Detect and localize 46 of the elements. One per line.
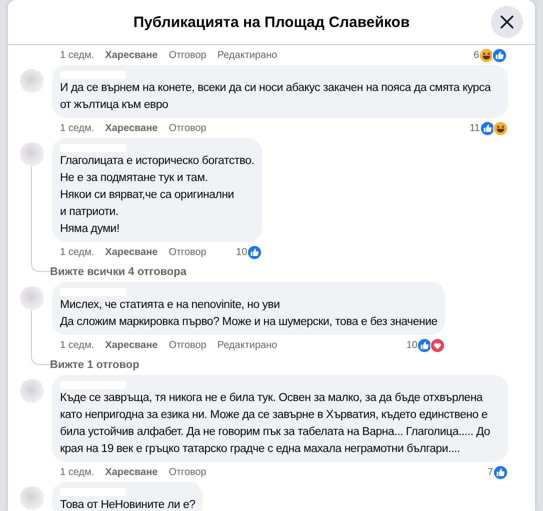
comment-text: Това от НеНовините ли е?	[60, 499, 196, 511]
avatar[interactable]	[20, 286, 44, 310]
timestamp-link[interactable]: 1 седм.	[60, 246, 94, 258]
like-link[interactable]: Харесване	[105, 246, 158, 258]
avatar[interactable]	[20, 142, 44, 166]
thumbs-up-icon	[492, 48, 507, 62]
reply-link[interactable]: Отговор	[168, 466, 206, 478]
avatar[interactable]	[20, 69, 44, 93]
view-replies-link[interactable]: Вижте 1 отговор	[46, 355, 535, 374]
like-link[interactable]: Харесване	[105, 340, 158, 350]
view-replies-link[interactable]: Вижте всички 4 отговора	[46, 262, 535, 281]
comment-text: Глаголицата е историческо богатство. Не е за подмятане тук и там. Някои си вярват,че са оригинални и патриоти. Няма думи!	[60, 155, 254, 235]
comment-text: Мислех, че статията е на nenovinite, но уви Да сложим маркировка първо? Може и на шумерски, това е без значение	[60, 299, 438, 328]
reaction-count[interactable]: 10	[406, 340, 418, 350]
timestamp-link[interactable]: 1 седм.	[60, 340, 94, 350]
reply-link[interactable]: Отговор	[168, 340, 206, 350]
reply-link[interactable]: Отговор	[168, 50, 206, 60]
like-link[interactable]: Харесване	[105, 50, 158, 60]
comment-text: Къде се завръща, тя никога не е била тук. Освен за малко, за да бъде отхвърлена като непригодна за езика ни. Може да се завърне в Хърватия, където единствено е била устойчив алфабет. Да не говорим пък за табелата на Варна... Глаголица..... До края на 19 век е гръцко татарско градче с една махала неграмотни българи....	[60, 392, 490, 455]
reaction-count[interactable]: 6	[473, 50, 479, 60]
reply-link[interactable]: Отговор	[168, 122, 206, 134]
avatar[interactable]	[20, 379, 44, 403]
dialog-title: Публикацията на Площад Славейков	[133, 14, 410, 30]
edited-label: Редактирано	[217, 340, 278, 350]
thread-connector	[31, 262, 52, 272]
laughing-emoji-icon	[479, 48, 494, 62]
thread-line	[31, 310, 32, 355]
thumbs-up-icon	[247, 244, 262, 260]
thumbs-up-icon	[480, 120, 495, 136]
comment-text: И да се върнем на конете, всеки да си носи абакус закачен на пояса да смята курса от жълтица към евро	[60, 82, 491, 111]
laughing-emoji-icon	[493, 120, 508, 136]
timestamp-link[interactable]: 1 седм.	[60, 466, 94, 478]
close-icon	[500, 15, 514, 29]
reaction-count[interactable]: 10	[236, 246, 248, 258]
like-link[interactable]: Харесване	[105, 466, 158, 478]
like-link[interactable]: Харесване	[105, 122, 158, 134]
reaction-count[interactable]: 7	[487, 466, 493, 478]
timestamp-link[interactable]: 1 седм.	[60, 122, 94, 134]
edited-label: Редактирано	[217, 50, 278, 60]
thread-connector	[31, 355, 52, 365]
avatar[interactable]	[20, 486, 44, 510]
reaction-count[interactable]: 11	[470, 122, 480, 134]
reply-link[interactable]: Отговор	[168, 246, 206, 258]
close-button[interactable]	[491, 6, 523, 38]
thumbs-up-icon	[493, 464, 508, 480]
timestamp-link[interactable]: 1 седм.	[60, 50, 94, 60]
